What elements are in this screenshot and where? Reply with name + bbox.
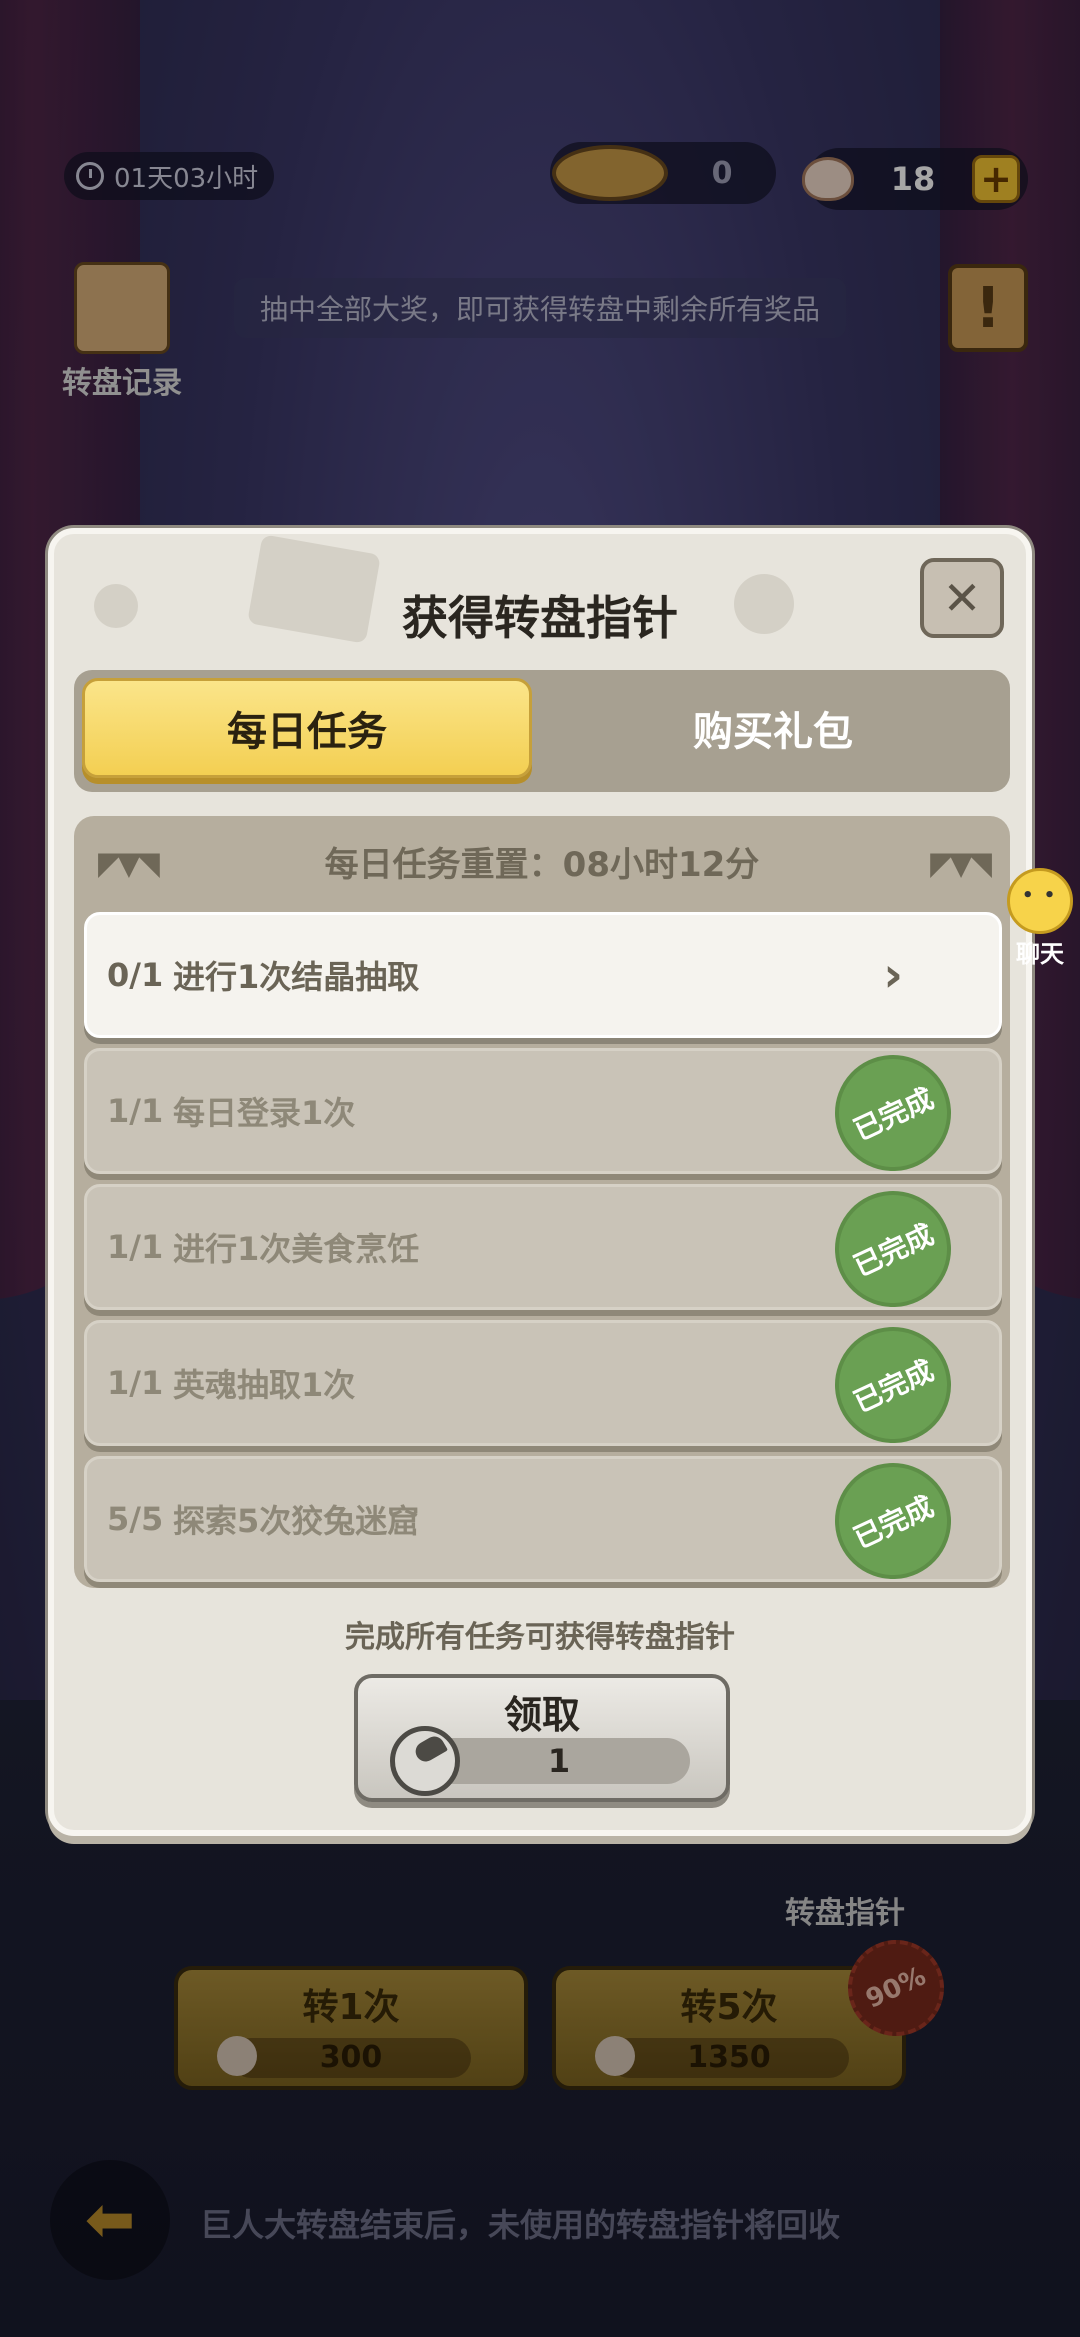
pointer-icon <box>390 1726 460 1796</box>
get-pointer-dialog: 获得转盘指针 ✕ 每日任务 购买礼包 ◤▼◥ 每日任务重置：08小时12分 ◤▼… <box>48 528 1032 1836</box>
task-name: 英魂抽取1次 <box>173 1366 356 1404</box>
task-row: 5/5 探索5次狡兔迷窟 已完成 <box>84 1443 1002 1599</box>
task-row: 1/1 进行1次美食烹饪 已完成 <box>84 1171 1002 1327</box>
claim-button[interactable]: 领取 1 <box>354 1674 730 1802</box>
completed-stamp: 已完成 <box>815 1307 971 1463</box>
task-progress: 0/1 <box>107 956 164 994</box>
dialog-title: 获得转盘指针 <box>402 591 678 645</box>
tab-buy-bundle[interactable]: 购买礼包 <box>544 678 1002 778</box>
chat-face-icon <box>1007 868 1073 934</box>
task-progress: 1/1 <box>107 1364 164 1402</box>
task-panel: ◤▼◥ 每日任务重置：08小时12分 ◤▼◥ 0/1 进行1次结晶抽取 › 1/… <box>74 816 1010 1599</box>
chevron-right-decoration: ◤▼◥ <box>930 844 992 882</box>
claim-quantity: 1 <box>428 1738 690 1784</box>
chat-button[interactable]: 聊天 <box>1000 868 1080 969</box>
task-progress: 1/1 <box>107 1092 164 1130</box>
task-progress: 5/5 <box>107 1500 164 1538</box>
completed-stamp: 已完成 <box>815 1443 971 1599</box>
task-row: 1/1 英魂抽取1次 已完成 <box>84 1307 1002 1463</box>
task-progress: 1/1 <box>107 1228 164 1266</box>
close-button[interactable]: ✕ <box>920 558 1004 638</box>
tab-bar: 每日任务 购买礼包 <box>74 670 1010 792</box>
footer-tip: 完成所有任务可获得转盘指针 <box>345 1620 735 1655</box>
completed-stamp: 已完成 <box>815 1035 971 1191</box>
reset-timer: 每日任务重置：08小时12分 <box>324 844 760 885</box>
task-row[interactable]: 0/1 进行1次结晶抽取 › <box>84 912 1002 1038</box>
task-name: 进行1次结晶抽取 <box>173 958 420 996</box>
task-row: 1/1 每日登录1次 已完成 <box>84 1035 1002 1191</box>
task-name: 探索5次狡兔迷窟 <box>173 1502 420 1540</box>
task-name: 每日登录1次 <box>173 1094 356 1132</box>
task-name: 进行1次美食烹饪 <box>173 1230 420 1268</box>
chevron-right-icon: › <box>883 947 903 1003</box>
chat-label: 聊天 <box>1016 940 1064 968</box>
tab-daily-tasks[interactable]: 每日任务 <box>82 678 532 778</box>
completed-stamp: 已完成 <box>815 1171 971 1327</box>
